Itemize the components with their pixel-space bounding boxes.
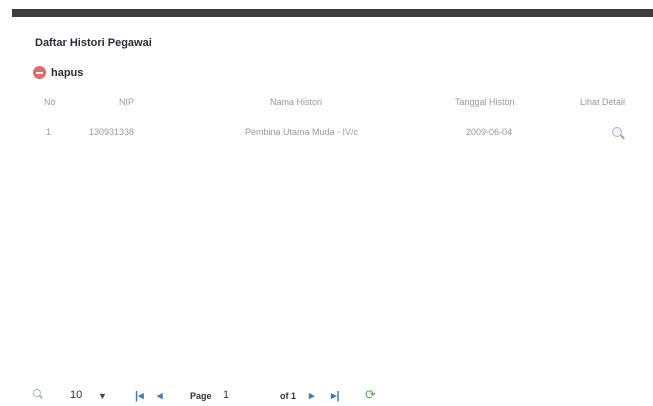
header-no[interactable]: No xyxy=(44,97,56,107)
refresh-icon[interactable]: ⟳ xyxy=(365,387,376,403)
toolbar: hapus xyxy=(33,66,83,79)
panel-title: Daftar Histori Pegawai xyxy=(35,37,152,49)
header-lihat-detail[interactable]: Lihat Detail xyxy=(580,97,625,107)
magnifier-icon[interactable] xyxy=(612,127,622,137)
row-nama-histori: Pembina Utama Muda - IV/c xyxy=(245,127,359,137)
row-no: 1 xyxy=(46,127,52,137)
page-label: Page xyxy=(190,391,212,401)
search-icon[interactable] xyxy=(33,389,43,399)
window-header-bar xyxy=(12,9,653,17)
chevron-down-icon[interactable]: ▼ xyxy=(98,391,107,401)
history-grid: No NIP Nama Histori Tanggal Histori Liha… xyxy=(0,88,653,148)
first-page-icon[interactable]: |◂ xyxy=(135,389,144,402)
header-tanggal-histori[interactable]: Tanggal Histori xyxy=(455,97,515,107)
hapus-button[interactable]: hapus xyxy=(51,67,83,79)
page-number-input[interactable]: 1 xyxy=(223,389,229,401)
page-of-label: of 1 xyxy=(280,391,297,401)
row-tanggal-histori: 2009-06-04 xyxy=(466,127,513,137)
last-page-icon[interactable]: ▸| xyxy=(331,389,340,402)
pagination-bar: 10 ▼ |◂ ◂ Page 1 of 1 ▸ ▸| ⟳ xyxy=(0,387,653,406)
header-nip[interactable]: NIP xyxy=(119,97,134,107)
table-row[interactable]: 1 130931338 Pembina Utama Muda - IV/c 20… xyxy=(0,118,653,148)
page-size-select[interactable]: 10 xyxy=(70,389,82,401)
header-nama-histori[interactable]: Nama Histori xyxy=(270,97,322,107)
delete-icon[interactable] xyxy=(33,66,46,79)
next-page-icon[interactable]: ▸ xyxy=(309,389,315,402)
row-nip: 130931338 xyxy=(89,127,135,137)
grid-header-row: No NIP Nama Histori Tanggal Histori Liha… xyxy=(0,88,653,118)
prev-page-icon[interactable]: ◂ xyxy=(157,389,163,402)
